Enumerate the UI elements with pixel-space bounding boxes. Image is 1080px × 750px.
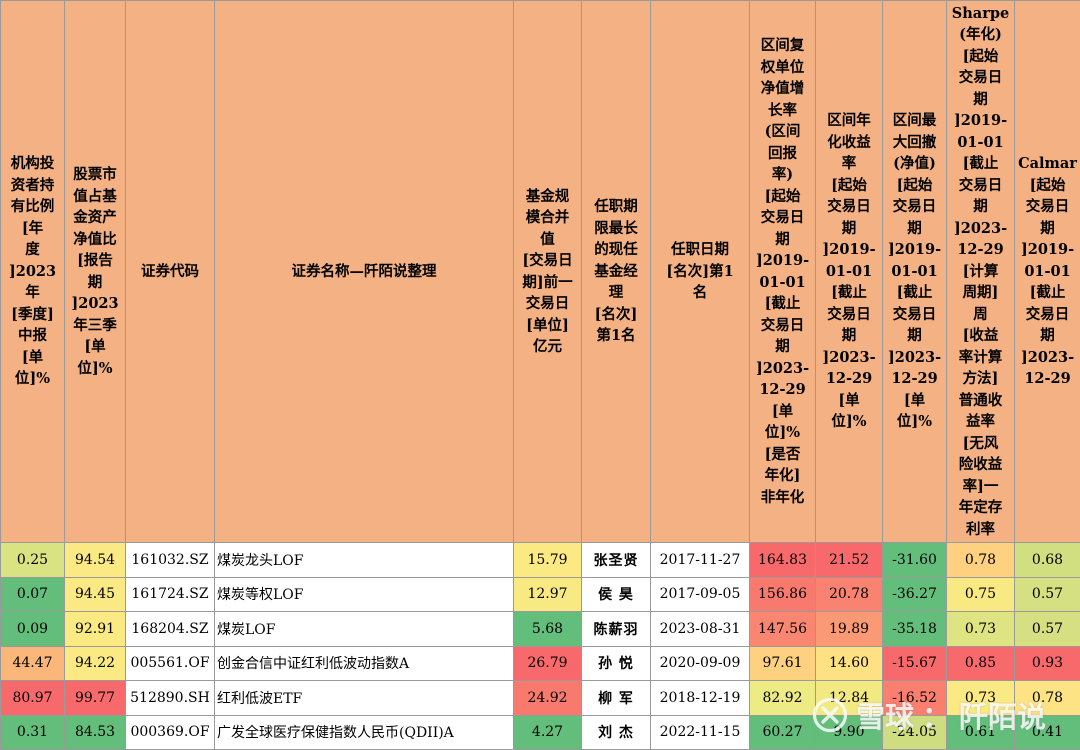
calmar-cell[interactable]: 0.68: [1014, 542, 1080, 578]
header-institutional-holding[interactable]: 机构投 资者持 有比例 [年 度 ]2023 年 [季度] 中报 [单 位]%: [0, 0, 65, 543]
security-name-cell[interactable]: 煤炭龙头LOF: [214, 542, 514, 578]
period-return-cell[interactable]: 82.92: [749, 680, 816, 716]
tenure-date-cell[interactable]: 2017-11-27: [650, 542, 750, 578]
tenure-date-cell[interactable]: 2017-09-05: [650, 576, 750, 612]
header-fund-manager[interactable]: 任职期 限最长 的现任 基金经 理 [名次] 第1名: [581, 0, 651, 543]
header-tenure-date[interactable]: 任职日期 [名次]第1 名: [650, 0, 750, 543]
security-code-cell[interactable]: 512890.SH: [125, 680, 215, 716]
sharpe-cell[interactable]: 0.85: [946, 645, 1015, 681]
sharpe-cell[interactable]: 0.75: [946, 576, 1015, 612]
table-row: 44.47 94.22 005561.OF 创金合信中证红利低波动指数A 26.79 孙 …: [0, 645, 1080, 681]
sharpe-cell[interactable]: 0.73: [946, 680, 1015, 716]
calmar-cell[interactable]: 0.93: [1014, 645, 1080, 681]
annualized-return-cell[interactable]: 12.84: [815, 680, 883, 716]
header-max-drawdown[interactable]: 区间最 大回撤 (净值) [起始 交易日 期 ]2019- 01-01 [截止 …: [882, 0, 947, 543]
security-code-cell[interactable]: 168204.SZ: [125, 611, 215, 647]
security-code-cell[interactable]: 000369.OF: [125, 714, 215, 750]
stock-ratio-cell[interactable]: 84.53: [64, 714, 126, 750]
header-period-return[interactable]: 区间复 权单位 净值增 长率 (区间 回报 率) [起始 交易日 期 ]2019…: [749, 0, 816, 543]
header-security-code[interactable]: 证券代码: [125, 0, 215, 543]
fund-table: 机构投 资者持 有比例 [年 度 ]2023 年 [季度] 中报 [单 位]% …: [0, 0, 1080, 750]
security-name-cell[interactable]: 煤炭LOF: [214, 611, 514, 647]
security-code-cell[interactable]: 161032.SZ: [125, 542, 215, 578]
calmar-cell[interactable]: 0.57: [1014, 611, 1080, 647]
sharpe-cell[interactable]: 0.78: [946, 542, 1015, 578]
max-drawdown-cell[interactable]: -15.67: [882, 645, 947, 681]
stock-ratio-cell[interactable]: 94.45: [64, 576, 126, 612]
fund-size-cell[interactable]: 4.27: [513, 714, 582, 750]
max-drawdown-cell[interactable]: -35.18: [882, 611, 947, 647]
period-return-cell[interactable]: 147.56: [749, 611, 816, 647]
calmar-cell[interactable]: 0.78: [1014, 680, 1080, 716]
max-drawdown-cell[interactable]: -16.52: [882, 680, 947, 716]
security-name-cell[interactable]: 煤炭等权LOF: [214, 576, 514, 612]
fund-size-cell[interactable]: 24.92: [513, 680, 582, 716]
fund-size-cell[interactable]: 12.97: [513, 576, 582, 612]
fund-manager-cell[interactable]: 柳 军: [581, 680, 651, 716]
sharpe-cell[interactable]: 0.61: [946, 714, 1015, 750]
annualized-return-cell[interactable]: 14.60: [815, 645, 883, 681]
calmar-cell[interactable]: 0.57: [1014, 576, 1080, 612]
institutional-holding-cell[interactable]: 0.25: [0, 542, 65, 578]
institutional-holding-cell[interactable]: 0.09: [0, 611, 65, 647]
calmar-cell[interactable]: 0.41: [1014, 714, 1080, 750]
header-fund-size[interactable]: 基金规 模合并 值 [交易日 期]前一 交易日 [单位] 亿元: [513, 0, 582, 543]
period-return-cell[interactable]: 156.86: [749, 576, 816, 612]
max-drawdown-cell[interactable]: -36.27: [882, 576, 947, 612]
stock-ratio-cell[interactable]: 99.77: [64, 680, 126, 716]
header-stock-ratio[interactable]: 股票市 值占基 金资产 净值比 [报告 期 ]2023 年三季 [单 位]%: [64, 0, 126, 543]
fund-manager-cell[interactable]: 刘 杰: [581, 714, 651, 750]
table-row: 0.25 94.54 161032.SZ 煤炭龙头LOF 15.79 张圣贤 2017-11…: [0, 542, 1080, 578]
fund-manager-cell[interactable]: 张圣贤: [581, 542, 651, 578]
security-code-cell[interactable]: 161724.SZ: [125, 576, 215, 612]
max-drawdown-cell[interactable]: -24.05: [882, 714, 947, 750]
institutional-holding-cell[interactable]: 44.47: [0, 645, 65, 681]
annualized-return-cell[interactable]: 9.90: [815, 714, 883, 750]
header-security-name[interactable]: 证券名称—阡陌说整理: [214, 0, 514, 543]
fund-size-cell[interactable]: 26.79: [513, 645, 582, 681]
tenure-date-cell[interactable]: 2023-08-31: [650, 611, 750, 647]
max-drawdown-cell[interactable]: -31.60: [882, 542, 947, 578]
period-return-cell[interactable]: 60.27: [749, 714, 816, 750]
annualized-return-cell[interactable]: 19.89: [815, 611, 883, 647]
institutional-holding-cell[interactable]: 80.97: [0, 680, 65, 716]
institutional-holding-cell[interactable]: 0.31: [0, 714, 65, 750]
fund-size-cell[interactable]: 5.68: [513, 611, 582, 647]
annualized-return-cell[interactable]: 21.52: [815, 542, 883, 578]
stock-ratio-cell[interactable]: 92.91: [64, 611, 126, 647]
table-row: 0.31 84.53 000369.OF 广发全球医疗保健指数人民币(QDII)A 4.…: [0, 714, 1080, 750]
fund-size-cell[interactable]: 15.79: [513, 542, 582, 578]
table-row: 0.09 92.91 168204.SZ 煤炭LOF 5.68 陈薪羽 2023-08-31…: [0, 611, 1080, 647]
stock-ratio-cell[interactable]: 94.22: [64, 645, 126, 681]
table-row: 0.07 94.45 161724.SZ 煤炭等权LOF 12.97 侯 昊 2017-09…: [0, 576, 1080, 612]
header-sharpe[interactable]: Sharpe (年化) [起始 交易日 期 ]2019- 01-01 [截止 交…: [946, 0, 1015, 543]
tenure-date-cell[interactable]: 2018-12-19: [650, 680, 750, 716]
stock-ratio-cell[interactable]: 94.54: [64, 542, 126, 578]
fund-manager-cell[interactable]: 陈薪羽: [581, 611, 651, 647]
security-name-cell[interactable]: 广发全球医疗保健指数人民币(QDII)A: [214, 714, 514, 750]
header-calmar[interactable]: Calmar [起始 交易日 期 ]2019- 01-01 [截止 交易日 期 …: [1014, 0, 1080, 543]
fund-manager-cell[interactable]: 侯 昊: [581, 576, 651, 612]
institutional-holding-cell[interactable]: 0.07: [0, 576, 65, 612]
annualized-return-cell[interactable]: 20.78: [815, 576, 883, 612]
header-annualized-return[interactable]: 区间年 化收益 率 [起始 交易日 期 ]2019- 01-01 [截止 交易日…: [815, 0, 883, 543]
tenure-date-cell[interactable]: 2022-11-15: [650, 714, 750, 750]
fund-manager-cell[interactable]: 孙 悦: [581, 645, 651, 681]
security-code-cell[interactable]: 005561.OF: [125, 645, 215, 681]
security-name-cell[interactable]: 红利低波ETF: [214, 680, 514, 716]
sharpe-cell[interactable]: 0.73: [946, 611, 1015, 647]
tenure-date-cell[interactable]: 2020-09-09: [650, 645, 750, 681]
table-row: 80.97 99.77 512890.SH 红利低波ETF 24.92 柳 军 2018-1…: [0, 680, 1080, 716]
header-row: 机构投 资者持 有比例 [年 度 ]2023 年 [季度] 中报 [单 位]% …: [0, 0, 1080, 543]
period-return-cell[interactable]: 164.83: [749, 542, 816, 578]
period-return-cell[interactable]: 97.61: [749, 645, 816, 681]
security-name-cell[interactable]: 创金合信中证红利低波动指数A: [214, 645, 514, 681]
